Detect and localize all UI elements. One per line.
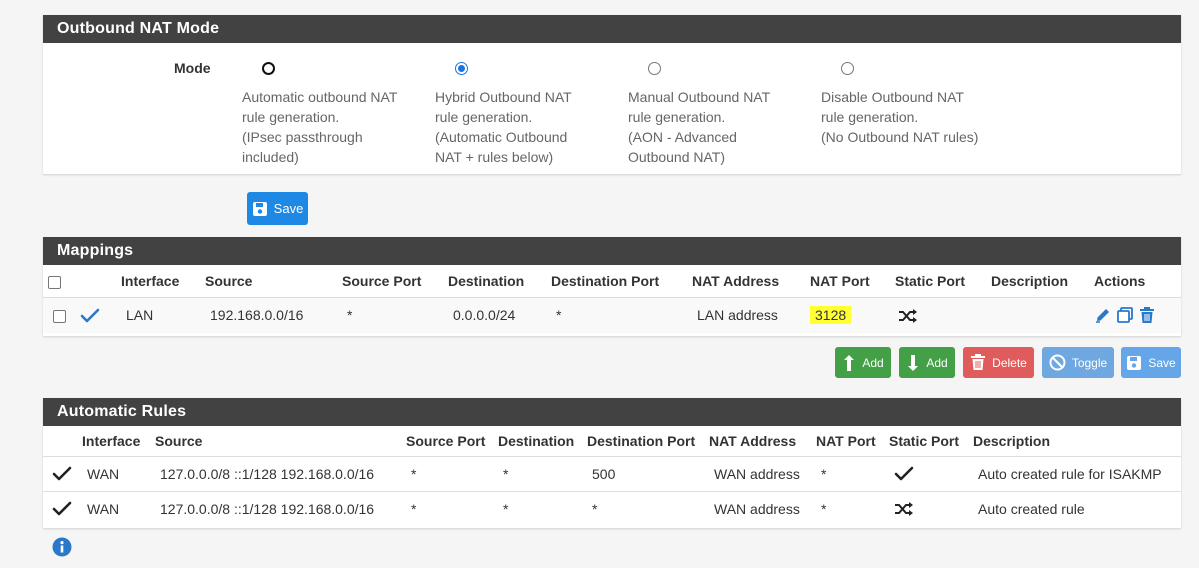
col-source-port: Source Port	[406, 432, 486, 449]
cell-nat-address: LAN address	[697, 307, 778, 324]
cell-destination: *	[498, 455, 587, 491]
save-mode-button[interactable]: Save	[247, 192, 308, 225]
mappings-table: Interface Source Source Port Destination…	[43, 265, 1181, 333]
col-source: Source	[205, 272, 253, 289]
mode-option-text: Automatic outbound NAT rule generation. …	[242, 89, 398, 165]
cell-source-port: *	[406, 455, 498, 491]
check-icon	[52, 502, 72, 516]
check-icon	[894, 466, 914, 481]
table-row: WAN 127.0.0.0/8 ::1/128 192.168.0.0/16 *…	[43, 455, 1181, 491]
table-row[interactable]: LAN 192.168.0.0/16 * 0.0.0.0/24 * LAN ad…	[43, 297, 1181, 333]
cell-destination-port: *	[556, 307, 562, 324]
radio-hybrid[interactable]	[455, 62, 468, 75]
row-checkbox[interactable]	[53, 310, 66, 324]
add-bottom-label: Add	[926, 355, 948, 370]
check-icon[interactable]	[80, 308, 100, 324]
panel-title: Mappings	[43, 237, 1181, 265]
cell-source: 127.0.0.0/8 ::1/128 192.168.0.0/16	[155, 490, 406, 526]
outbound-nat-mode-panel: Outbound NAT Mode Mode Automatic outboun…	[43, 15, 1181, 174]
save-icon	[252, 201, 267, 216]
cell-destination-port: *	[587, 490, 709, 526]
save-label: Save	[1148, 355, 1176, 370]
cell-nat-port: *	[816, 455, 889, 491]
arrow-down-icon	[908, 354, 919, 371]
col-nat-address: NAT Address	[709, 432, 797, 449]
add-bottom-button[interactable]: Add	[899, 347, 955, 378]
delete-label: Delete	[992, 355, 1027, 370]
trash-icon[interactable]	[1138, 306, 1156, 324]
shuffle-icon	[895, 502, 913, 517]
cell-interface: LAN	[126, 307, 154, 324]
col-destination-port: Destination Port	[551, 272, 660, 289]
radio-manual[interactable]	[648, 62, 661, 75]
col-nat-address: NAT Address	[692, 272, 780, 289]
mode-option-text: Hybrid Outbound NAT rule generation. (Au…	[435, 89, 572, 165]
save-mappings-button[interactable]: Save	[1121, 347, 1181, 378]
col-description: Description	[991, 272, 1069, 289]
cell-nat-port: 3128	[810, 306, 852, 325]
save-label: Save	[273, 201, 304, 216]
trash-icon	[971, 354, 986, 370]
col-source-port: Source Port	[342, 272, 422, 289]
table-header: Interface Source Source Port Destination…	[43, 426, 1181, 456]
ban-icon	[1049, 354, 1066, 371]
cell-nat-address: WAN address	[709, 455, 816, 491]
info-icon[interactable]	[52, 537, 72, 557]
cell-description: Auto created rule	[973, 490, 1181, 526]
mode-label: Mode	[174, 60, 211, 76]
select-all-checkbox[interactable]	[48, 275, 61, 289]
col-nat-port: NAT Port	[816, 432, 876, 449]
automatic-rules-table: Interface Source Source Port Destination…	[43, 426, 1181, 526]
cell-destination: 0.0.0.0/24	[453, 307, 516, 324]
col-destination: Destination	[448, 272, 525, 289]
cell-description: Auto created rule for ISAKMP	[973, 455, 1181, 491]
mode-option-text: Manual Outbound NAT rule generation. (AO…	[628, 89, 771, 165]
radio-disable[interactable]	[841, 62, 854, 75]
cell-nat-address: WAN address	[709, 490, 816, 526]
col-source: Source	[155, 432, 203, 449]
cell-source-port: *	[406, 490, 498, 526]
check-icon	[52, 466, 72, 481]
col-actions: Actions	[1094, 272, 1146, 289]
toggle-button[interactable]: Toggle	[1042, 347, 1114, 378]
cell-source-port: *	[347, 307, 353, 324]
cell-destination: *	[498, 490, 587, 526]
table-row: WAN 127.0.0.0/8 ::1/128 192.168.0.0/16 *…	[43, 490, 1181, 526]
mappings-panel: Mappings Interface Source Source Port De…	[43, 237, 1181, 336]
radio-automatic[interactable]	[262, 62, 275, 75]
cell-source: 127.0.0.0/8 ::1/128 192.168.0.0/16	[155, 455, 406, 491]
add-top-label: Add	[862, 355, 884, 370]
col-interface: Interface	[121, 272, 180, 289]
cell-interface: WAN	[82, 455, 155, 491]
edit-pencil-icon[interactable]	[1094, 306, 1112, 324]
toggle-label: Toggle	[1071, 355, 1108, 370]
cell-source: 192.168.0.0/16	[210, 307, 304, 324]
col-destination-port: Destination Port	[587, 432, 696, 449]
mode-option-text: Disable Outbound NAT rule generation. (N…	[821, 89, 979, 145]
col-static-port: Static Port	[895, 272, 966, 289]
col-destination: Destination	[498, 432, 575, 449]
shuffle-icon	[899, 308, 917, 323]
col-nat-port: NAT Port	[810, 272, 870, 289]
arrow-up-icon	[844, 354, 855, 371]
delete-button[interactable]: Delete	[963, 347, 1034, 378]
cell-nat-port: *	[816, 490, 889, 526]
cell-interface: WAN	[82, 490, 155, 526]
col-interface: Interface	[82, 432, 141, 449]
col-description: Description	[973, 432, 1051, 449]
automatic-rules-panel: Automatic Rules Interface Source Source …	[43, 398, 1181, 528]
table-header: Interface Source Source Port Destination…	[43, 265, 1181, 297]
save-icon	[1127, 355, 1142, 370]
cell-destination-port: 500	[587, 455, 709, 491]
panel-title: Automatic Rules	[43, 398, 1181, 426]
cell-description	[991, 297, 1094, 333]
col-static-port: Static Port	[889, 432, 960, 449]
add-top-button[interactable]: Add	[835, 347, 891, 378]
copy-icon[interactable]	[1116, 306, 1134, 324]
panel-title: Outbound NAT Mode	[43, 15, 1181, 43]
